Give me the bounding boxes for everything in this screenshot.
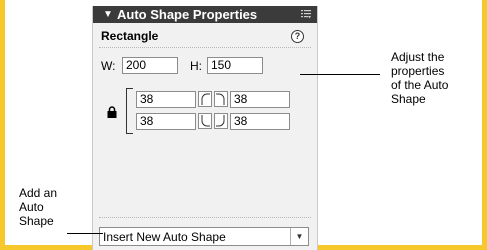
panel-menu-icon[interactable] — [301, 9, 311, 19]
insert-auto-shape-select[interactable]: Insert New Auto Shape ▼ — [99, 227, 309, 246]
link-bracket — [126, 88, 133, 134]
width-label: W: — [101, 59, 116, 73]
width-field[interactable]: 200 — [122, 57, 178, 74]
callout-left-line-1: Add an — [19, 186, 58, 200]
corner-bottom-right-field[interactable]: 38 — [230, 113, 290, 130]
callout-left-line-3: Shape — [19, 214, 54, 228]
panel-title: Auto Shape Properties — [117, 7, 258, 22]
dropdown-arrow-icon[interactable]: ▼ — [290, 228, 308, 245]
divider — [99, 47, 311, 48]
corner-top-right-field[interactable]: 38 — [230, 91, 290, 108]
corner-top-left-icon[interactable] — [198, 91, 212, 107]
callout-line-right — [300, 74, 380, 75]
shape-type-label: Rectangle — [101, 29, 159, 43]
callout-line-left — [67, 233, 103, 234]
callout-right-line-1: Adjust the — [391, 50, 445, 64]
help-icon[interactable]: ? — [291, 30, 304, 43]
lock-icon[interactable] — [107, 106, 117, 118]
callout-left: Add an Auto Shape — [19, 186, 57, 228]
collapse-arrow-icon[interactable]: ▼ — [103, 6, 113, 23]
corner-bottom-left-field[interactable]: 38 — [136, 113, 196, 130]
height-field[interactable]: 150 — [207, 57, 263, 74]
callout-right-line-3: of the Auto — [391, 78, 449, 92]
height-label: H: — [190, 59, 202, 73]
corner-top-left-field[interactable]: 38 — [136, 91, 196, 108]
callout-right: Adjust the properties of the Auto Shape — [391, 50, 448, 106]
divider — [99, 217, 311, 218]
callout-left-line-2: Auto — [19, 200, 44, 214]
corner-bottom-right-icon[interactable] — [214, 113, 228, 129]
corner-bottom-left-icon[interactable] — [198, 113, 212, 129]
callout-right-line-4: Shape — [391, 92, 426, 106]
callout-right-line-2: properties — [391, 64, 445, 78]
insert-auto-shape-value: Insert New Auto Shape — [103, 230, 226, 244]
corner-top-right-icon[interactable] — [214, 91, 228, 107]
panel-titlebar[interactable]: ▼ Auto Shape Properties — [93, 6, 317, 23]
auto-shape-properties-panel: ▼ Auto Shape Properties Rectangle ? W: 2… — [92, 6, 318, 250]
